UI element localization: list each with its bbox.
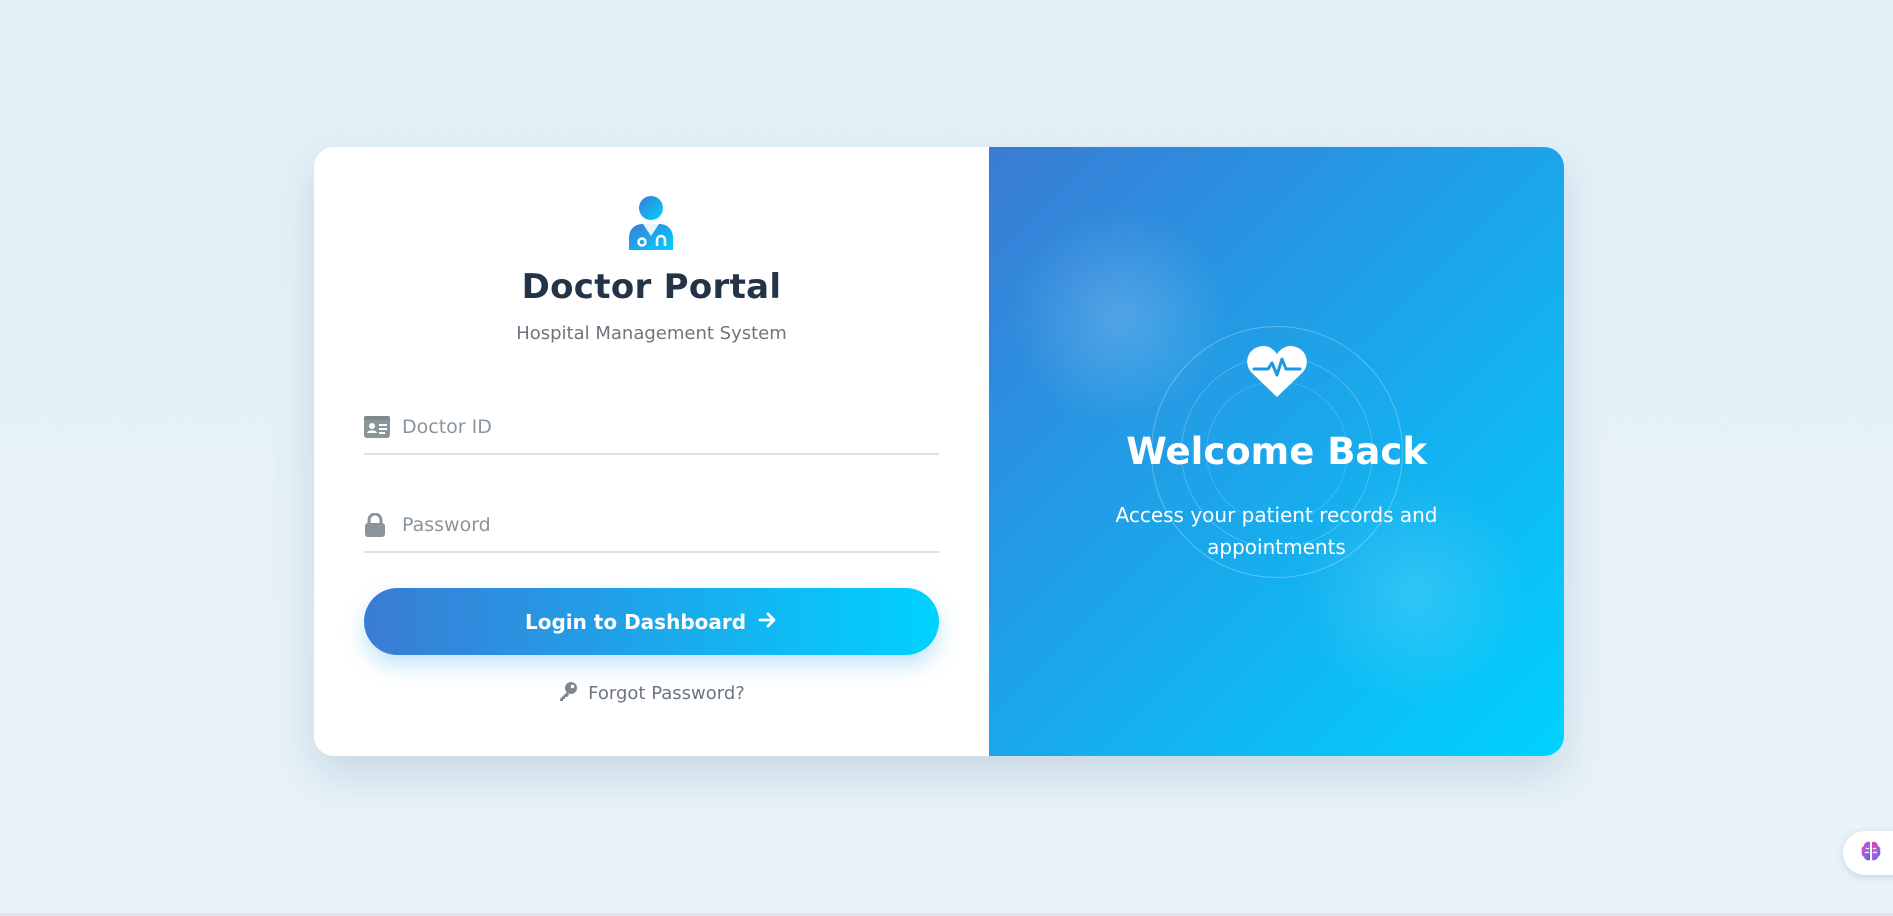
heartbeat-icon bbox=[1246, 343, 1308, 399]
doctor-id-field bbox=[364, 401, 939, 455]
welcome-title: Welcome Back bbox=[1126, 430, 1427, 473]
login-button-label: Login to Dashboard bbox=[524, 609, 747, 634]
brain-icon bbox=[1859, 839, 1883, 867]
doctor-id-input[interactable] bbox=[402, 407, 939, 447]
key-icon bbox=[558, 681, 578, 706]
forgot-password-label: Forgot Password? bbox=[588, 683, 745, 704]
lock-icon bbox=[364, 512, 392, 538]
password-input[interactable] bbox=[402, 505, 939, 545]
welcome-text: Access your patient records and appointm… bbox=[1115, 503, 1438, 559]
page-subtitle: Hospital Management System bbox=[516, 323, 787, 344]
assistant-widget-button[interactable] bbox=[1843, 831, 1893, 875]
arrow-right-icon bbox=[758, 610, 778, 634]
id-card-icon bbox=[364, 414, 392, 440]
doctor-icon bbox=[627, 196, 675, 250]
login-button[interactable]: Login to Dashboard bbox=[364, 588, 939, 655]
page-title: Doctor Portal bbox=[521, 267, 782, 307]
login-panel: Doctor Portal Hospital Management System bbox=[314, 147, 989, 756]
welcome-panel: Welcome Back Access your patient records… bbox=[989, 147, 1564, 756]
forgot-password-link[interactable]: Forgot Password? bbox=[314, 681, 989, 706]
password-field bbox=[364, 499, 939, 553]
login-card: Doctor Portal Hospital Management System bbox=[314, 147, 1564, 756]
